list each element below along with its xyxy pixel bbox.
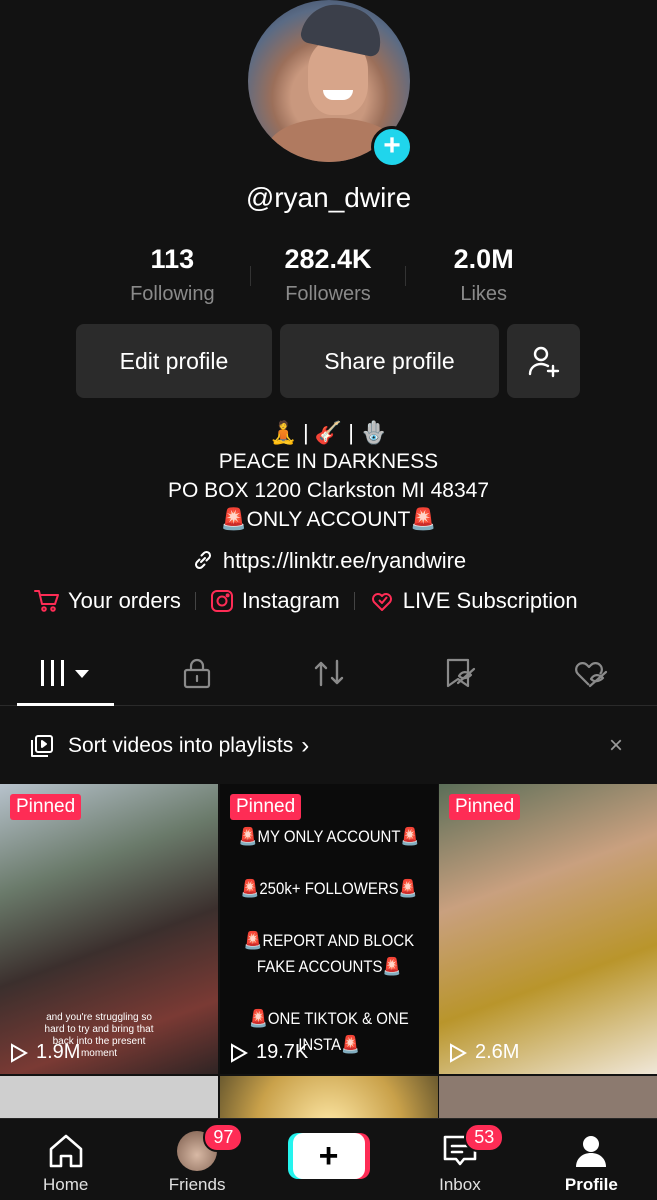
video-tile[interactable]: Pinned and you're struggling so hard to … xyxy=(0,784,218,1074)
play-icon xyxy=(231,1042,248,1063)
followers-label: Followers xyxy=(285,283,371,305)
username: @ryan_dwire xyxy=(245,182,412,213)
your-orders-link[interactable]: Your orders xyxy=(34,588,181,614)
nav-inbox[interactable]: 53 Inbox xyxy=(394,1119,525,1200)
nav-friends-label: Friends xyxy=(168,1175,226,1194)
sort-playlists-banner[interactable]: Sort videos into playlists › × xyxy=(0,708,657,784)
your-orders-label: Your orders xyxy=(68,588,181,613)
view-count: 1.9M xyxy=(10,1041,80,1064)
bottom-nav: Home 97 Friends + 53 Inbox Profile xyxy=(0,1118,657,1200)
add-user-icon xyxy=(528,346,559,378)
live-subscription-link[interactable]: LIVE Subscription xyxy=(369,588,578,614)
profile-stats: 113 Following 282.4K Followers 2.0M Like… xyxy=(95,244,561,306)
repost-icon xyxy=(314,659,343,686)
tab-liked[interactable] xyxy=(526,640,657,705)
link-icon xyxy=(194,550,211,570)
bookmark-hidden-icon xyxy=(446,658,476,687)
stat-likes[interactable]: 2.0M Likes xyxy=(406,244,561,306)
video-tile[interactable]: Pinned 2.6M xyxy=(439,784,657,1074)
nav-home[interactable]: Home xyxy=(0,1119,131,1200)
nav-profile-label: Profile xyxy=(564,1175,618,1194)
profile-bio: 🧘 | 🎸 | 🪬 PEACE IN DARKNESS PO BOX 1200 … xyxy=(0,418,657,534)
overlay-line: 🚨REPORT AND BLOCK FAKE ACCOUNTS🚨 xyxy=(243,931,415,976)
likes-count: 2.0M xyxy=(453,244,514,274)
lock-icon xyxy=(184,658,211,688)
nav-friends[interactable]: 97 Friends xyxy=(131,1119,262,1200)
bio-line: PEACE IN DARKNESS xyxy=(218,450,439,473)
following-count: 113 xyxy=(150,244,195,274)
play-icon xyxy=(450,1042,467,1063)
link-text: https://linktr.ee/ryandwire xyxy=(222,548,467,573)
home-icon xyxy=(49,1134,83,1168)
view-count-text: 2.6M xyxy=(475,1041,520,1063)
overlay-line: 🚨250k+ FOLLOWERS🚨 xyxy=(240,879,418,898)
instagram-icon xyxy=(210,590,233,612)
divider xyxy=(353,592,355,610)
profile-extras: Your orders Instagram LIVE Subscription xyxy=(34,588,578,614)
pinned-badge: Pinned xyxy=(10,794,82,820)
followers-count: 282.4K xyxy=(284,244,372,274)
view-count: 19.7K xyxy=(230,1041,308,1064)
chevron-right-icon: › xyxy=(301,732,310,759)
bio-link[interactable]: https://linktr.ee/ryandwire xyxy=(0,548,657,574)
cart-icon xyxy=(34,590,59,612)
grid-videos-icon xyxy=(40,659,89,686)
view-count: 2.6M xyxy=(449,1041,519,1064)
add-avatar-plus-icon[interactable]: + xyxy=(371,126,413,168)
divider xyxy=(194,592,196,610)
pinned-badge: Pinned xyxy=(230,794,302,820)
nav-profile[interactable]: Profile xyxy=(526,1119,657,1200)
live-subscription-icon xyxy=(371,593,392,611)
stat-following[interactable]: 113 Following xyxy=(95,244,250,306)
following-label: Following xyxy=(130,283,215,305)
tab-videos[interactable] xyxy=(0,640,131,706)
view-count-text: 19.7K xyxy=(256,1041,309,1063)
nav-home-label: Home xyxy=(43,1175,89,1194)
tab-favorites[interactable] xyxy=(394,640,525,705)
video-tile[interactable]: Pinned 🚨MY ONLY ACCOUNT🚨 🚨250k+ FOLLOWER… xyxy=(220,784,438,1074)
friends-badge: 97 xyxy=(203,1123,244,1152)
bio-line: PO BOX 1200 Clarkston MI 48347 xyxy=(168,479,489,502)
live-subscription-label: LIVE Subscription xyxy=(402,588,578,613)
heart-hidden-icon xyxy=(575,661,608,687)
play-icon xyxy=(11,1042,28,1063)
video-text-overlay: 🚨MY ONLY ACCOUNT🚨 🚨250k+ FOLLOWERS🚨 🚨REP… xyxy=(233,824,425,1074)
add-friend-button[interactable] xyxy=(507,324,580,398)
profile-tabs xyxy=(0,640,657,706)
edit-profile-button[interactable]: Edit profile xyxy=(76,324,272,398)
instagram-link[interactable]: Instagram xyxy=(210,588,340,614)
close-icon[interactable]: × xyxy=(609,732,623,760)
tab-private[interactable] xyxy=(131,640,262,705)
overlay-line: 🚨MY ONLY ACCOUNT🚨 xyxy=(238,827,420,846)
tab-reposts[interactable] xyxy=(263,640,394,705)
likes-label: Likes xyxy=(460,283,508,305)
stat-followers[interactable]: 282.4K Followers xyxy=(251,244,406,306)
bio-emoji-line: 🧘 | 🎸 | 🪬 xyxy=(269,420,388,445)
create-button[interactable]: + xyxy=(292,1133,365,1179)
view-count-text: 1.9M xyxy=(36,1041,81,1063)
nav-inbox-label: Inbox xyxy=(439,1175,481,1194)
profile-icon xyxy=(576,1136,607,1167)
sort-playlists-text: Sort videos into playlists xyxy=(68,734,294,757)
bio-line: 🚨ONLY ACCOUNT🚨 xyxy=(220,508,437,531)
instagram-label: Instagram xyxy=(241,588,340,613)
playlist-icon xyxy=(31,735,53,757)
nav-create[interactable]: + xyxy=(263,1119,394,1200)
pinned-badge: Pinned xyxy=(449,794,521,820)
share-profile-button[interactable]: Share profile xyxy=(280,324,499,398)
profile-actions: Edit profile Share profile xyxy=(76,324,580,398)
inbox-badge: 53 xyxy=(464,1123,505,1152)
